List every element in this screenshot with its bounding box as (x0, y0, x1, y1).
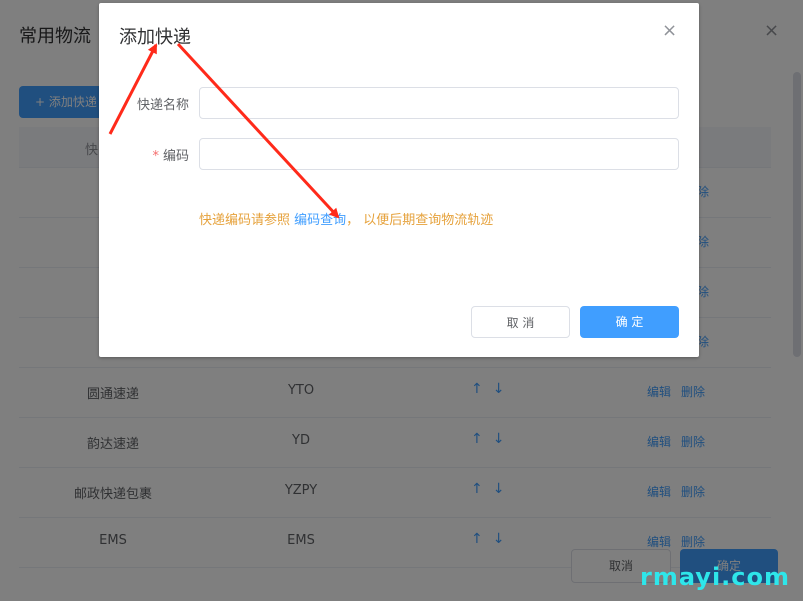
code-label-wrap: * 编码 (99, 145, 189, 164)
add-express-dialog: 添加快递 × 快递名称 * 编码 快递编码请参照 编码查询， 以便后期查询物流轨迹… (99, 3, 699, 357)
code-hint: 快递编码请参照 编码查询， 以便后期查询物流轨迹 (199, 209, 493, 228)
express-name-input[interactable] (199, 87, 679, 119)
required-marker: * (152, 149, 159, 164)
close-icon[interactable]: × (662, 20, 677, 41)
code-input[interactable] (199, 138, 679, 170)
confirm-button[interactable]: 确 定 (580, 306, 679, 338)
hint-prefix: 快递编码请参照 (199, 213, 295, 228)
dialog-title: 添加快递 (119, 27, 191, 48)
code-label: 编码 (162, 149, 189, 164)
cancel-button[interactable]: 取 消 (471, 306, 570, 338)
express-name-label: 快递名称 (136, 98, 189, 113)
watermark-logo: rmayi.com (640, 563, 791, 591)
code-query-link[interactable]: 编码查询 (294, 213, 346, 228)
hint-suffix: ， 以便后期查询物流轨迹 (346, 213, 494, 228)
